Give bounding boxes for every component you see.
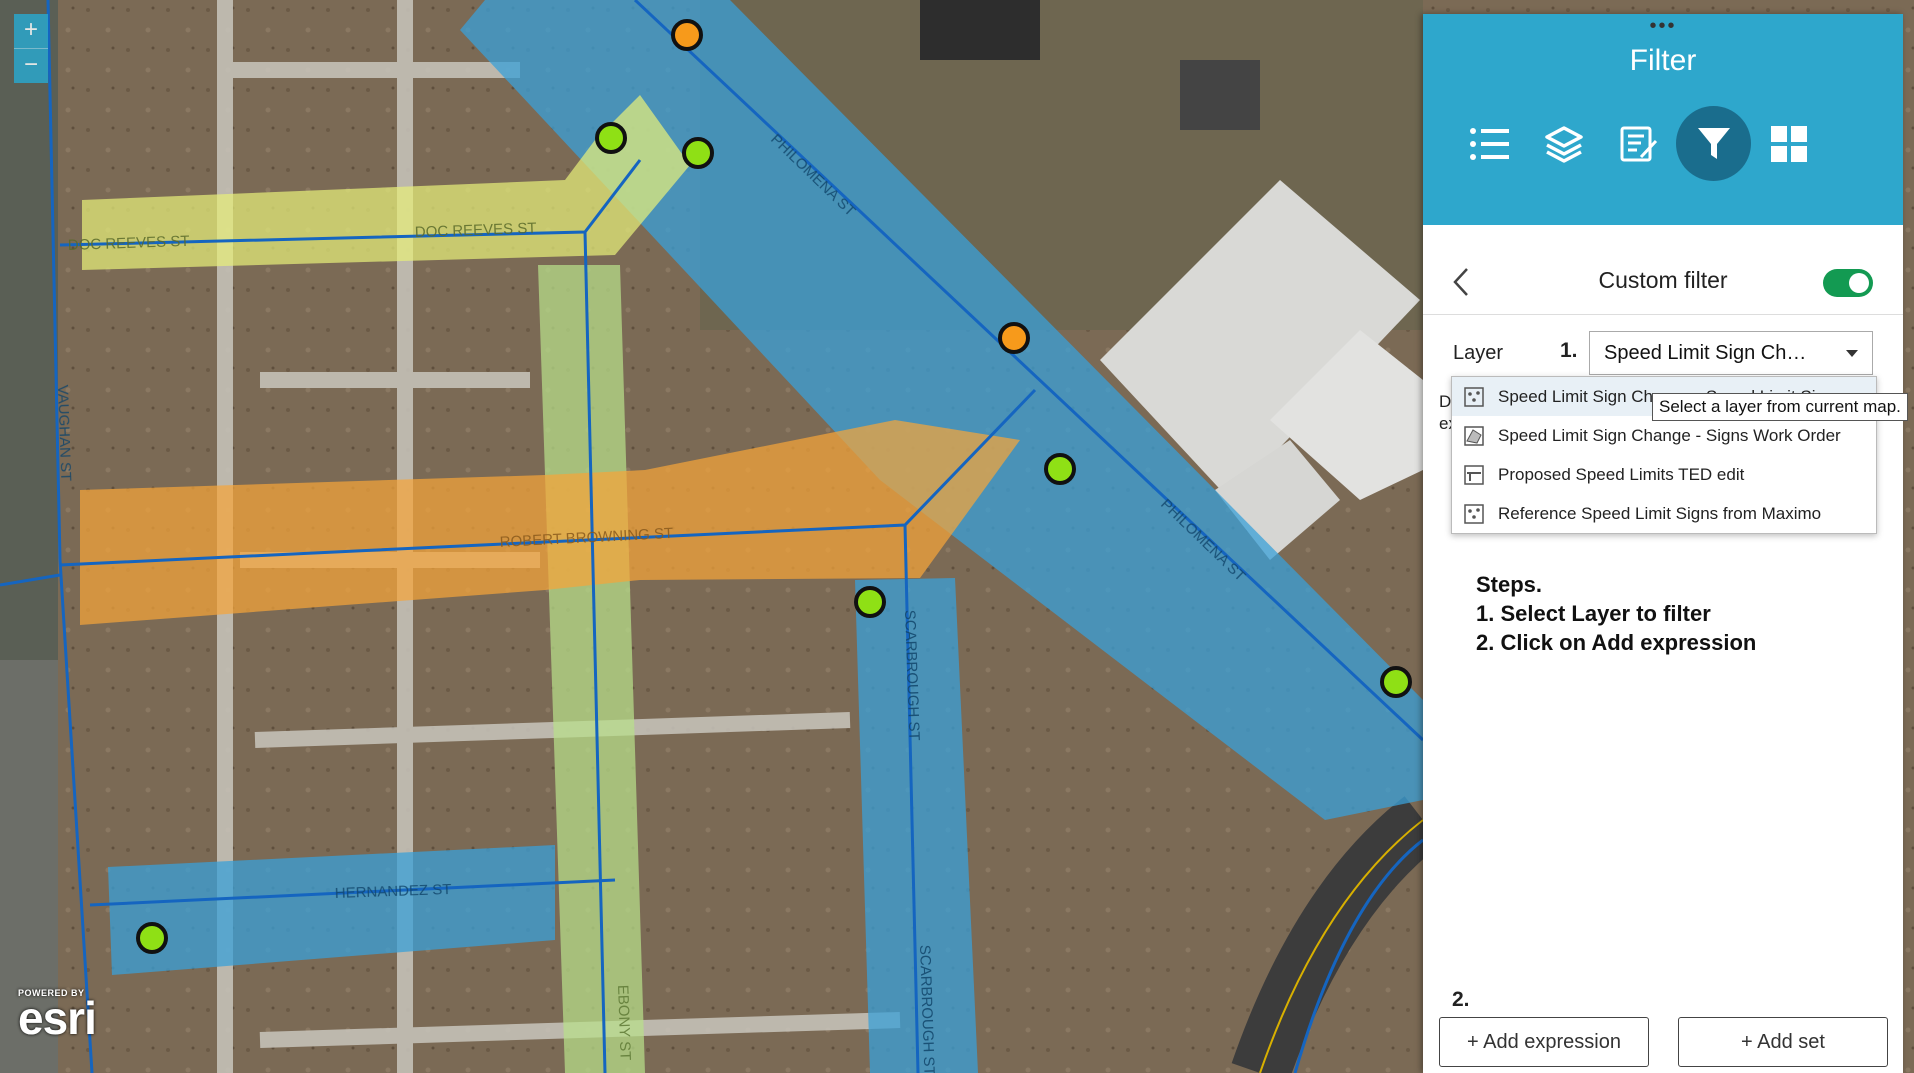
- esri-logo: esri: [18, 992, 97, 1044]
- sign-point-orange: [671, 19, 703, 51]
- add-set-button[interactable]: + Add set: [1678, 1017, 1888, 1067]
- filter-panel: ••• Filter Custom filter Layer 1. Speed …: [1423, 14, 1908, 1073]
- sign-point-green: [136, 922, 168, 954]
- toggle-knob: [1849, 273, 1869, 293]
- point-layer-icon: [1464, 503, 1484, 524]
- filter-icon: [1697, 127, 1730, 159]
- layers-icon: [1544, 125, 1583, 163]
- filter-button[interactable]: [1676, 106, 1751, 181]
- sign-point-green: [1380, 666, 1412, 698]
- chevron-down-icon: [1846, 350, 1858, 357]
- layer-option-label: Proposed Speed Limits TED edit: [1498, 464, 1745, 484]
- layer-option-label: Speed Limit Sign Change - Signs Work Ord…: [1498, 425, 1841, 445]
- layer-select[interactable]: Speed Limit Sign Ch…: [1589, 331, 1873, 375]
- custom-filter-toggle[interactable]: [1823, 269, 1873, 297]
- sign-point-green: [1044, 453, 1076, 485]
- step-1-marker: 1.: [1560, 339, 1578, 362]
- custom-filter-row: Custom filter: [1423, 257, 1903, 313]
- steps-instructions: Steps. 1. Select Layer to filter 2. Clic…: [1476, 570, 1756, 657]
- layers-button[interactable]: [1526, 106, 1601, 181]
- layer-tooltip: Select a layer from current map.: [1652, 393, 1908, 421]
- panel-header: ••• Filter: [1423, 14, 1903, 225]
- layer-option-label: Reference Speed Limit Signs from Maximo: [1498, 503, 1822, 523]
- panel-title: Filter: [1629, 44, 1697, 77]
- legend-icon: [1469, 127, 1509, 160]
- widget-grid-button[interactable]: [1751, 106, 1826, 181]
- obscured-text: D: [1439, 392, 1452, 411]
- add-expression-button[interactable]: + Add expression: [1439, 1017, 1649, 1067]
- zoom-out-button[interactable]: −: [14, 48, 48, 83]
- steps-title: Steps.: [1476, 572, 1543, 597]
- panel-drag-handle[interactable]: •••: [1423, 16, 1903, 36]
- polygon-layer-icon: [1464, 425, 1484, 446]
- grid-icon: [1770, 125, 1807, 162]
- steps-line-1: 1. Select Layer to filter: [1476, 601, 1711, 626]
- layer-select-value: Speed Limit Sign Ch…: [1604, 342, 1807, 364]
- layer-label: Layer: [1453, 342, 1504, 364]
- layer-option[interactable]: Reference Speed Limit Signs from Maximo: [1452, 494, 1876, 533]
- layer-option[interactable]: Proposed Speed Limits TED edit: [1452, 455, 1876, 494]
- edit-button[interactable]: [1601, 106, 1676, 181]
- point-layer-icon: [1464, 386, 1484, 407]
- widget-toolbar: [1451, 106, 1826, 181]
- layer-option[interactable]: Speed Limit Sign Change - Signs Work Ord…: [1452, 416, 1876, 455]
- edit-icon: [1620, 126, 1657, 161]
- zoom-in-button[interactable]: +: [14, 14, 48, 48]
- line-layer-icon: [1464, 464, 1484, 485]
- sign-point-orange: [998, 322, 1030, 354]
- sign-point-green: [595, 122, 627, 154]
- step-2-marker: 2.: [1452, 988, 1470, 1011]
- sign-point-green: [854, 586, 886, 618]
- divider: [1423, 314, 1903, 315]
- steps-line-2: 2. Click on Add expression: [1476, 630, 1757, 655]
- label-vaughan: VAUGHAN ST: [54, 385, 74, 482]
- label-ebony: EBONY ST: [614, 985, 634, 1061]
- legend-button[interactable]: [1451, 106, 1526, 181]
- zoom-control: + −: [14, 14, 48, 83]
- sign-point-green: [682, 137, 714, 169]
- esri-attribution: POWERED BY esri: [18, 988, 97, 1044]
